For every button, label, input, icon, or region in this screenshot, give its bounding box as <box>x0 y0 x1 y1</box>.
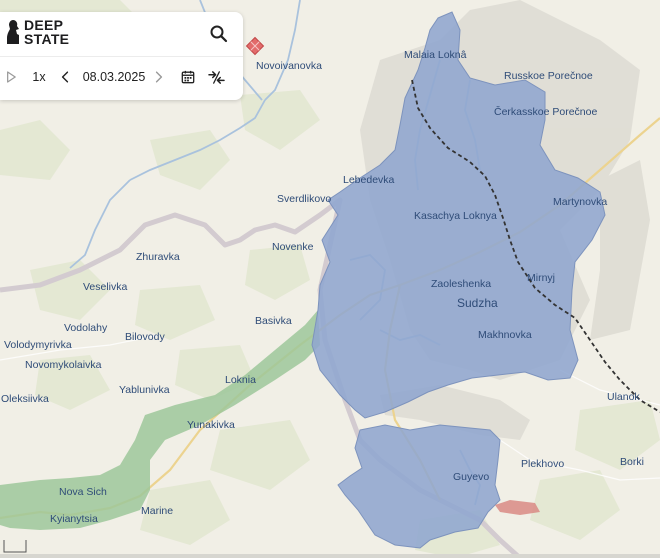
label-yablunivka: Yablunivka <box>119 384 170 396</box>
label-mirnyj: Mirnyj <box>527 272 555 284</box>
label-marine: Marine <box>141 505 173 517</box>
label-yunakivka: Yunakivka <box>187 419 235 431</box>
label-loknia: Loknia <box>225 374 256 386</box>
label-novoivanovka: Novoivanovka <box>256 60 322 72</box>
calendar-icon <box>181 70 195 84</box>
label-vodolahy: Vodolahy <box>64 322 108 334</box>
bottom-edge-bar <box>0 554 660 558</box>
chevron-right-icon <box>155 71 163 83</box>
play-button[interactable] <box>4 68 18 86</box>
label-lebedevka: Lebedevka <box>343 174 395 186</box>
label-malaia-lokna: Malaia Loknâ <box>404 49 467 61</box>
label-volodymyrivka: Volodymyrivka <box>4 339 72 351</box>
prev-date-button[interactable] <box>58 68 72 86</box>
compare-button[interactable] <box>206 68 226 86</box>
brand[interactable]: DEEP STATE <box>6 18 69 46</box>
search-button[interactable] <box>209 24 229 44</box>
label-ulanok: Ulanok <box>607 391 640 403</box>
deepstate-logo-icon <box>7 20 19 44</box>
label-kasachya-loknya: Kasachya Loknya <box>414 210 497 222</box>
label-martynovka: Martynovka <box>553 196 607 208</box>
label-kyianytsia: Kyianytsia <box>50 513 98 525</box>
label-guyevo: Guyevo <box>453 471 489 483</box>
label-sudzha: Sudzha <box>457 296 498 310</box>
label-bilovody: Bilovody <box>125 331 165 343</box>
chevron-left-icon <box>61 71 69 83</box>
search-icon <box>210 25 228 43</box>
control-panel: DEEP STATE 1x 08.03.2025 <box>0 12 243 100</box>
label-makhnovka: Makhnovka <box>478 329 532 341</box>
brand-line1: DEEP <box>24 17 64 33</box>
label-cherkasskoe-porechnoe: Čerkasskoe Porečnoe <box>494 105 597 118</box>
label-oleksiivka: Oleksiivka <box>1 393 49 405</box>
calendar-button[interactable] <box>179 68 197 86</box>
label-zhuravka: Zhuravka <box>136 251 180 263</box>
label-novenke: Novenke <box>272 241 314 253</box>
speed-button[interactable]: 1x <box>28 68 50 86</box>
label-russkoe-porechnoe: Russkoe Porečnoe <box>504 70 593 82</box>
label-basivka: Basivka <box>255 315 292 327</box>
label-veselivka: Veselivka <box>83 281 128 293</box>
label-sverdlikovo: Sverdlikovo <box>277 193 331 205</box>
label-borki: Borki <box>620 456 644 468</box>
label-zaoleshenka: Zaoleshenka <box>431 278 491 290</box>
brand-line2: STATE <box>24 31 70 47</box>
compare-icon <box>207 70 225 84</box>
label-plekhovo: Plekhovo <box>521 458 564 470</box>
play-icon <box>7 71 16 83</box>
label-novomykolaivka: Novomykolaivka <box>25 359 102 371</box>
next-date-button[interactable] <box>152 68 166 86</box>
panel-divider <box>0 56 243 57</box>
date-display[interactable]: 08.03.2025 <box>80 68 148 86</box>
label-nova-sich: Nova Sich <box>59 486 107 498</box>
